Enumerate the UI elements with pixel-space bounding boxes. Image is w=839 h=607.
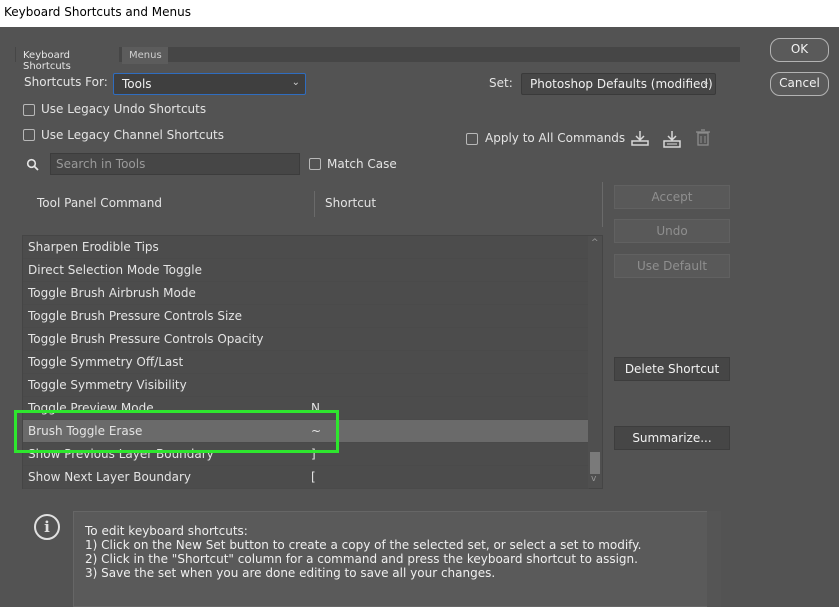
row-command: Show Next Layer Boundary (28, 470, 192, 484)
info-line: 2) Click in the "Shortcut" column for a … (85, 552, 638, 566)
row-shortcut[interactable]: N (311, 401, 320, 415)
column-divider (314, 191, 315, 217)
row-command: Direct Selection Mode Toggle (28, 263, 202, 277)
table-row[interactable]: Toggle Preview Mode N (23, 397, 589, 420)
table-header: Tool Panel Command Shortcut (22, 185, 603, 229)
table-row[interactable]: Toggle Symmetry Off/Last (23, 351, 589, 374)
row-shortcut[interactable]: [ (311, 470, 316, 484)
use-default-button[interactable]: Use Default (614, 254, 730, 278)
row-command: Toggle Brush Pressure Controls Size (28, 309, 242, 323)
row-shortcut[interactable]: ~ (311, 424, 321, 438)
command-list: Sharpen Erodible Tips Direct Selection M… (22, 235, 603, 489)
legacy-channel-label: Use Legacy Channel Shortcuts (41, 128, 225, 142)
row-command: Toggle Preview Mode (28, 401, 154, 415)
ok-button[interactable]: OK (770, 38, 829, 62)
tab-menus[interactable]: Menus (122, 47, 168, 64)
row-command: Show Previous Layer Boundary (28, 447, 214, 461)
info-line: To edit keyboard shortcuts: (85, 524, 248, 538)
column-header-shortcut[interactable]: Shortcut (325, 196, 376, 210)
info-icon: i (34, 514, 60, 540)
table-row-selected[interactable]: Brush Toggle Erase ~ (23, 420, 589, 443)
info-panel: To edit keyboard shortcuts: 1) Click on … (73, 511, 721, 607)
undo-button[interactable]: Undo (614, 219, 730, 243)
row-command: Toggle Brush Pressure Controls Opacity (28, 332, 264, 346)
tab-keyboard-shortcuts[interactable]: Keyboard Shortcuts (16, 47, 119, 72)
scrollbar-thumb[interactable] (590, 452, 600, 474)
chevron-down-icon: ⌄ (291, 77, 300, 88)
scrollbar[interactable]: ^ v (588, 236, 602, 488)
apply-all-label: Apply to All Commands (485, 131, 626, 145)
table-row[interactable]: Direct Selection Mode Toggle (23, 259, 589, 282)
shortcuts-for-label: Shortcuts For: (24, 75, 108, 89)
legacy-channel-checkbox[interactable] (23, 129, 35, 141)
apply-all-checkbox[interactable] (466, 133, 478, 145)
shortcuts-for-select[interactable]: Tools ⌄ (113, 73, 306, 95)
match-case-label: Match Case (327, 157, 397, 171)
info-line: 3) Save the set when you are done editin… (85, 566, 496, 580)
column-header-command[interactable]: Tool Panel Command (37, 196, 162, 210)
set-select[interactable]: Photoshop Defaults (modified) ⌄ (521, 73, 716, 95)
match-case-checkbox[interactable] (309, 158, 321, 170)
shortcuts-for-value: Tools (122, 77, 152, 91)
legacy-undo-checkbox[interactable] (23, 104, 35, 116)
table-row[interactable]: Show Previous Layer Boundary ] (23, 443, 589, 466)
row-shortcut[interactable]: ] (311, 447, 316, 461)
summarize-button[interactable]: Summarize... (614, 426, 730, 450)
panel-divider (602, 182, 603, 227)
table-row[interactable]: Sharpen Erodible Tips (23, 236, 589, 259)
set-label: Set: (489, 76, 513, 90)
info-line: 1) Click on the New Set button to create… (85, 538, 642, 552)
accept-button[interactable]: Accept (614, 185, 730, 209)
legacy-undo-label: Use Legacy Undo Shortcuts (41, 102, 207, 116)
set-value: Photoshop Defaults (modified) (530, 77, 713, 91)
table-row[interactable]: Toggle Brush Airbrush Mode (23, 282, 589, 305)
dialog-body: Keyboard Shortcuts Menus Shortcuts For: … (0, 27, 839, 607)
chevron-down-icon: ⌄ (701, 77, 710, 88)
delete-shortcut-button[interactable]: Delete Shortcut (614, 357, 730, 381)
save-set-icon[interactable] (630, 129, 650, 147)
table-row[interactable]: Toggle Brush Pressure Controls Opacity (23, 328, 589, 351)
scroll-down-icon[interactable]: v (591, 474, 596, 484)
row-command: Toggle Symmetry Off/Last (28, 355, 184, 369)
row-command: Sharpen Erodible Tips (28, 240, 159, 254)
info-scrollbar[interactable] (707, 511, 721, 607)
search-input[interactable]: Search in Tools (50, 153, 300, 175)
table-row[interactable]: Toggle Symmetry Visibility (23, 374, 589, 397)
window-title: Keyboard Shortcuts and Menus (0, 0, 839, 27)
new-set-icon[interactable] (662, 129, 682, 149)
row-command: Brush Toggle Erase (28, 424, 143, 438)
trash-icon[interactable] (695, 129, 711, 147)
table-row[interactable]: Toggle Brush Pressure Controls Size (23, 305, 589, 328)
row-command: Toggle Symmetry Visibility (28, 378, 187, 392)
cancel-button[interactable]: Cancel (770, 72, 829, 96)
search-icon (26, 158, 39, 171)
table-row[interactable]: Show Next Layer Boundary [ (23, 466, 589, 489)
row-command: Toggle Brush Airbrush Mode (28, 286, 196, 300)
scroll-up-icon[interactable]: ^ (591, 238, 599, 248)
